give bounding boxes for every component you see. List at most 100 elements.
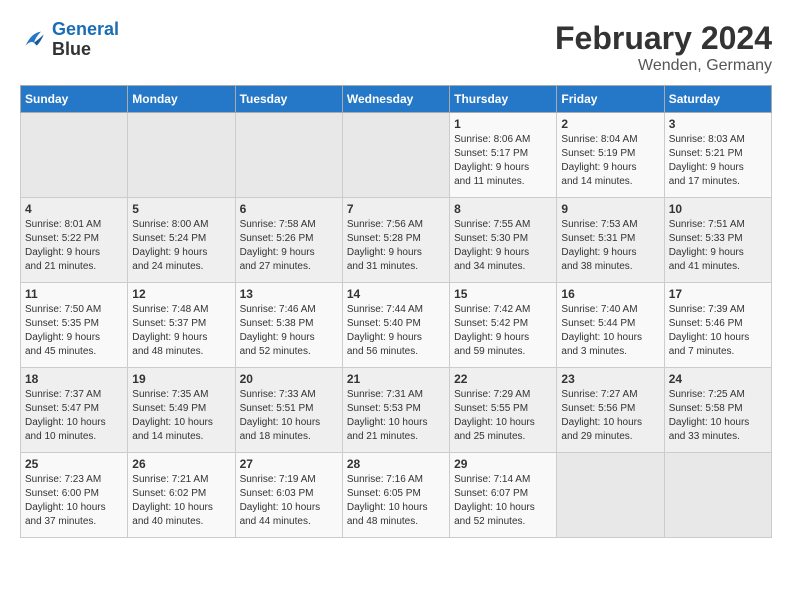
- day-number: 1: [454, 117, 552, 131]
- calendar-cell: 19 Sunrise: 7:35 AM Sunset: 5:49 PM Dayli…: [128, 368, 235, 453]
- day-number: 20: [240, 372, 338, 386]
- calendar-cell: 12 Sunrise: 7:48 AM Sunset: 5:37 PM Dayli…: [128, 283, 235, 368]
- calendar-cell: 22 Sunrise: 7:29 AM Sunset: 5:55 PM Dayli…: [450, 368, 557, 453]
- calendar-cell: [21, 113, 128, 198]
- day-info: Sunrise: 7:46 AM Sunset: 5:38 PM Dayligh…: [240, 303, 338, 359]
- day-number: 19: [132, 372, 230, 386]
- calendar-cell: 26 Sunrise: 7:21 AM Sunset: 6:02 PM Dayli…: [128, 453, 235, 538]
- day-info: Sunrise: 7:48 AM Sunset: 5:37 PM Dayligh…: [132, 303, 230, 359]
- day-number: 29: [454, 457, 552, 471]
- calendar-cell: 25Sunrise: 7:23 AM Sunset: 6:00 PM Dayli…: [21, 453, 128, 538]
- calendar-week-row: 25Sunrise: 7:23 AM Sunset: 6:00 PM Dayli…: [21, 453, 772, 538]
- day-info: Sunrise: 7:40 AM Sunset: 5:44 PM Dayligh…: [561, 303, 659, 359]
- page-header: General Blue February 2024 Wenden, Germa…: [20, 20, 772, 75]
- calendar-table: Sunday Monday Tuesday Wednesday Thursday…: [20, 85, 772, 538]
- day-number: 17: [669, 287, 767, 301]
- day-info: Sunrise: 7:16 AM Sunset: 6:05 PM Dayligh…: [347, 473, 445, 529]
- logo-icon: [20, 26, 48, 54]
- title-block: February 2024 Wenden, Germany: [555, 20, 772, 75]
- day-number: 9: [561, 202, 659, 216]
- calendar-cell: 14Sunrise: 7:44 AM Sunset: 5:40 PM Dayli…: [342, 283, 449, 368]
- day-info: Sunrise: 8:06 AM Sunset: 5:17 PM Dayligh…: [454, 133, 552, 189]
- day-info: Sunrise: 7:33 AM Sunset: 5:51 PM Dayligh…: [240, 388, 338, 444]
- col-thursday: Thursday: [450, 86, 557, 113]
- day-info: Sunrise: 7:39 AM Sunset: 5:46 PM Dayligh…: [669, 303, 767, 359]
- day-info: Sunrise: 7:37 AM Sunset: 5:47 PM Dayligh…: [25, 388, 123, 444]
- day-number: 24: [669, 372, 767, 386]
- day-info: Sunrise: 8:03 AM Sunset: 5:21 PM Dayligh…: [669, 133, 767, 189]
- day-number: 22: [454, 372, 552, 386]
- day-info: Sunrise: 8:01 AM Sunset: 5:22 PM Dayligh…: [25, 218, 123, 274]
- day-number: 13: [240, 287, 338, 301]
- calendar-cell: 21 Sunrise: 7:31 AM Sunset: 5:53 PM Dayli…: [342, 368, 449, 453]
- logo-text: General Blue: [52, 20, 119, 60]
- day-info: Sunrise: 7:27 AM Sunset: 5:56 PM Dayligh…: [561, 388, 659, 444]
- day-info: Sunrise: 8:04 AM Sunset: 5:19 PM Dayligh…: [561, 133, 659, 189]
- day-number: 21: [347, 372, 445, 386]
- day-number: 2: [561, 117, 659, 131]
- day-info: Sunrise: 7:19 AM Sunset: 6:03 PM Dayligh…: [240, 473, 338, 529]
- calendar-cell: 17 Sunrise: 7:39 AM Sunset: 5:46 PM Dayli…: [664, 283, 771, 368]
- day-number: 8: [454, 202, 552, 216]
- col-saturday: Saturday: [664, 86, 771, 113]
- day-number: 7: [347, 202, 445, 216]
- calendar-week-row: 11 Sunrise: 7:50 AM Sunset: 5:35 PM Dayli…: [21, 283, 772, 368]
- calendar-cell: 16 Sunrise: 7:40 AM Sunset: 5:44 PM Dayli…: [557, 283, 664, 368]
- calendar-cell: 18 Sunrise: 7:37 AM Sunset: 5:47 PM Dayli…: [21, 368, 128, 453]
- day-number: 6: [240, 202, 338, 216]
- calendar-cell: 20 Sunrise: 7:33 AM Sunset: 5:51 PM Dayli…: [235, 368, 342, 453]
- calendar-cell: 1 Sunrise: 8:06 AM Sunset: 5:17 PM Daylig…: [450, 113, 557, 198]
- day-number: 23: [561, 372, 659, 386]
- calendar-week-row: 1 Sunrise: 8:06 AM Sunset: 5:17 PM Daylig…: [21, 113, 772, 198]
- calendar-cell: 11 Sunrise: 7:50 AM Sunset: 5:35 PM Dayli…: [21, 283, 128, 368]
- calendar-cell: 7 Sunrise: 7:56 AM Sunset: 5:28 PM Daylig…: [342, 198, 449, 283]
- day-info: Sunrise: 7:21 AM Sunset: 6:02 PM Dayligh…: [132, 473, 230, 529]
- calendar-cell: 6Sunrise: 7:58 AM Sunset: 5:26 PM Daylig…: [235, 198, 342, 283]
- day-number: 26: [132, 457, 230, 471]
- day-number: 16: [561, 287, 659, 301]
- day-info: Sunrise: 7:42 AM Sunset: 5:42 PM Dayligh…: [454, 303, 552, 359]
- calendar-cell: 2 Sunrise: 8:04 AM Sunset: 5:19 PM Daylig…: [557, 113, 664, 198]
- col-monday: Monday: [128, 86, 235, 113]
- calendar-week-row: 4 Sunrise: 8:01 AM Sunset: 5:22 PM Daylig…: [21, 198, 772, 283]
- day-info: Sunrise: 7:56 AM Sunset: 5:28 PM Dayligh…: [347, 218, 445, 274]
- day-number: 3: [669, 117, 767, 131]
- day-number: 15: [454, 287, 552, 301]
- calendar-body: 1 Sunrise: 8:06 AM Sunset: 5:17 PM Daylig…: [21, 113, 772, 538]
- calendar-cell: [235, 113, 342, 198]
- calendar-cell: 29 Sunrise: 7:14 AM Sunset: 6:07 PM Dayli…: [450, 453, 557, 538]
- calendar-week-row: 18 Sunrise: 7:37 AM Sunset: 5:47 PM Dayli…: [21, 368, 772, 453]
- location-title: Wenden, Germany: [555, 57, 772, 75]
- day-info: Sunrise: 7:31 AM Sunset: 5:53 PM Dayligh…: [347, 388, 445, 444]
- calendar-cell: 8 Sunrise: 7:55 AM Sunset: 5:30 PM Daylig…: [450, 198, 557, 283]
- calendar-cell: 24 Sunrise: 7:25 AM Sunset: 5:58 PM Dayli…: [664, 368, 771, 453]
- day-number: 12: [132, 287, 230, 301]
- day-info: Sunrise: 7:35 AM Sunset: 5:49 PM Dayligh…: [132, 388, 230, 444]
- day-info: Sunrise: 7:53 AM Sunset: 5:31 PM Dayligh…: [561, 218, 659, 274]
- col-friday: Friday: [557, 86, 664, 113]
- calendar-cell: [664, 453, 771, 538]
- day-info: Sunrise: 7:44 AM Sunset: 5:40 PM Dayligh…: [347, 303, 445, 359]
- day-number: 4: [25, 202, 123, 216]
- day-info: Sunrise: 7:50 AM Sunset: 5:35 PM Dayligh…: [25, 303, 123, 359]
- calendar-cell: 15 Sunrise: 7:42 AM Sunset: 5:42 PM Dayli…: [450, 283, 557, 368]
- day-number: 18: [25, 372, 123, 386]
- calendar-cell: [342, 113, 449, 198]
- col-tuesday: Tuesday: [235, 86, 342, 113]
- day-info: Sunrise: 7:55 AM Sunset: 5:30 PM Dayligh…: [454, 218, 552, 274]
- day-info: Sunrise: 7:51 AM Sunset: 5:33 PM Dayligh…: [669, 218, 767, 274]
- calendar-cell: 13 Sunrise: 7:46 AM Sunset: 5:38 PM Dayli…: [235, 283, 342, 368]
- day-number: 10: [669, 202, 767, 216]
- day-number: 25: [25, 457, 123, 471]
- col-sunday: Sunday: [21, 86, 128, 113]
- calendar-cell: 10 Sunrise: 7:51 AM Sunset: 5:33 PM Dayli…: [664, 198, 771, 283]
- day-number: 28: [347, 457, 445, 471]
- day-info: Sunrise: 7:29 AM Sunset: 5:55 PM Dayligh…: [454, 388, 552, 444]
- calendar-cell: [557, 453, 664, 538]
- day-info: Sunrise: 7:25 AM Sunset: 5:58 PM Dayligh…: [669, 388, 767, 444]
- day-info: Sunrise: 7:14 AM Sunset: 6:07 PM Dayligh…: [454, 473, 552, 529]
- day-number: 11: [25, 287, 123, 301]
- calendar-cell: [128, 113, 235, 198]
- col-wednesday: Wednesday: [342, 86, 449, 113]
- day-number: 27: [240, 457, 338, 471]
